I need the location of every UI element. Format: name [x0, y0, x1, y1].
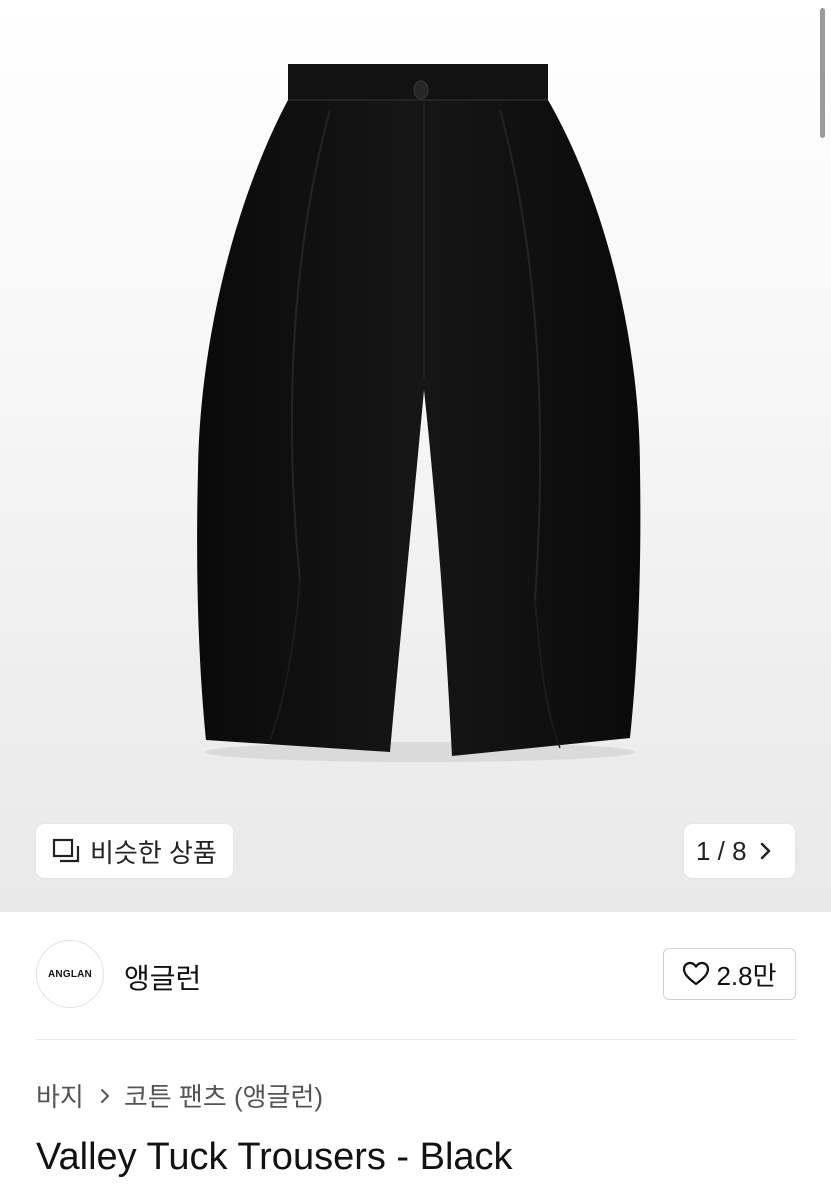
similar-products-button[interactable]: 비슷한 상품 [36, 824, 233, 878]
like-button[interactable]: 2.8만 [663, 948, 796, 1000]
seller-avatar[interactable]: ANGLAN [36, 940, 104, 1008]
similar-products-icon [52, 838, 80, 863]
product-image[interactable] [0, 0, 831, 912]
heart-icon [683, 961, 710, 986]
image-counter: 1 / 8 [696, 835, 747, 866]
divider [36, 1039, 796, 1040]
image-counter-button[interactable]: 1 / 8 [684, 824, 795, 878]
scrollbar[interactable] [820, 8, 825, 138]
seller-row: ANGLAN 앵글런 2.8만 [36, 940, 796, 1008]
chevron-right-icon [100, 1088, 109, 1103]
product-title: Valley Tuck Trousers - Black [36, 1136, 513, 1178]
seller-name[interactable]: 앵글런 [124, 957, 201, 997]
breadcrumb-subcategory[interactable]: 코튼 팬츠 (앵글런) [124, 1077, 323, 1114]
seller-logo-text: ANGLAN [48, 968, 92, 980]
breadcrumb: 바지 코튼 팬츠 (앵글런) [36, 1077, 323, 1114]
product-image-gallery[interactable]: 비슷한 상품 1 / 8 [0, 0, 831, 912]
similar-products-label: 비슷한 상품 [90, 837, 217, 868]
breadcrumb-category[interactable]: 바지 [36, 1077, 84, 1114]
like-count: 2.8만 [716, 960, 777, 991]
chevron-right-icon [760, 842, 770, 860]
